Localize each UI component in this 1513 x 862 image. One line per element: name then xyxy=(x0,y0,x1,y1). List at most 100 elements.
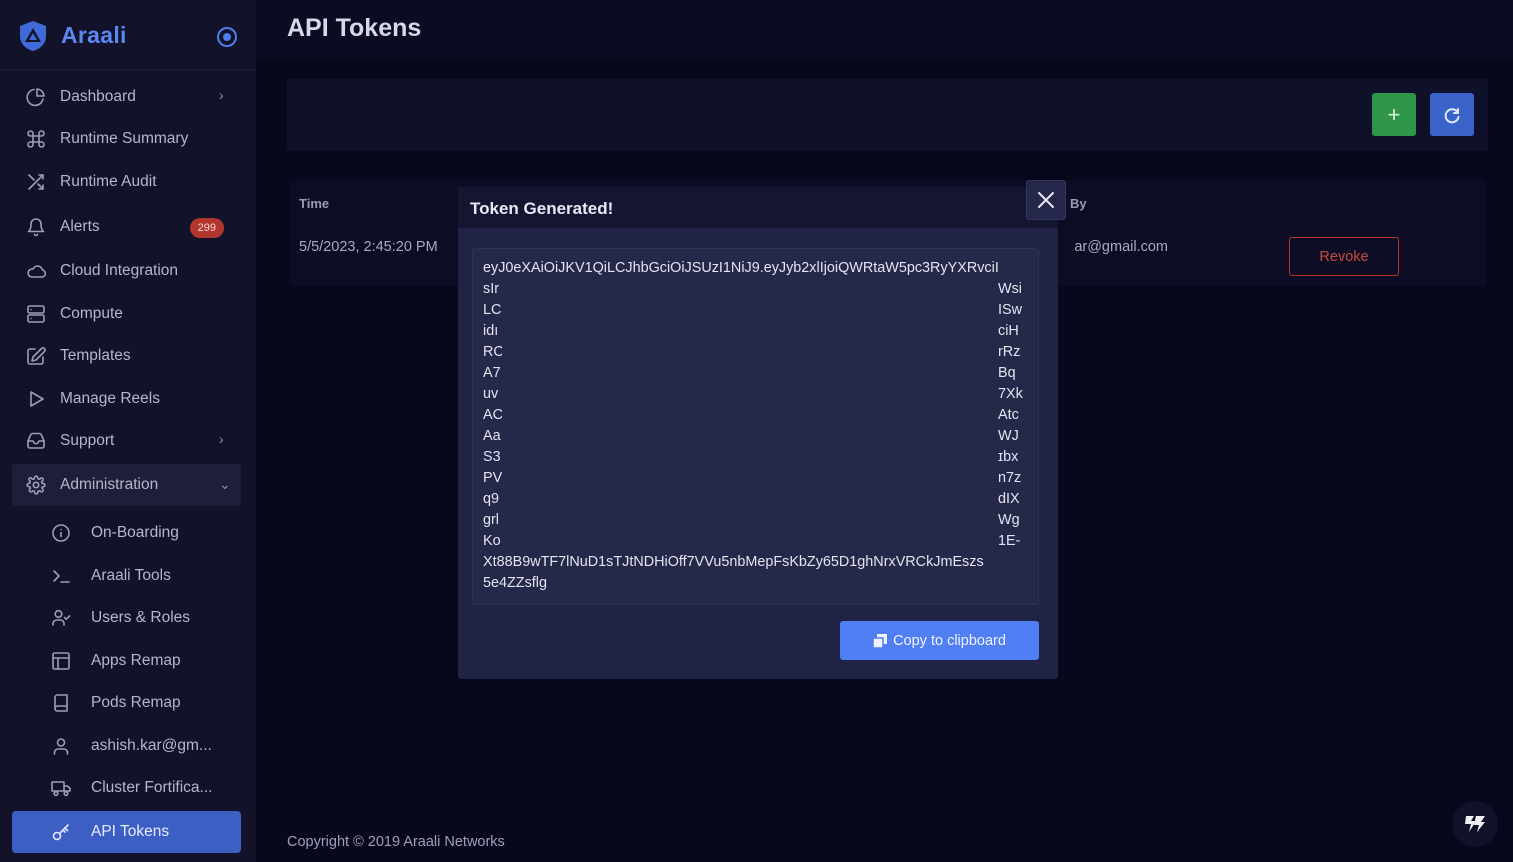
token-line: Ko xyxy=(483,533,501,549)
sidebar-item-label: Users & Roles xyxy=(91,609,191,626)
copy-to-clipboard-button[interactable]: Copy to clipboard xyxy=(840,621,1039,660)
bell-icon xyxy=(27,218,45,237)
token-line: grl xyxy=(483,512,499,528)
sidebar-item-on-boarding[interactable]: On-Boarding xyxy=(12,513,241,553)
token-line-fragment: n7z xyxy=(998,470,1022,486)
user-icon xyxy=(53,738,69,755)
add-token-button[interactable]: + xyxy=(1372,93,1416,136)
toolbar-card xyxy=(287,79,1488,151)
terminal-icon xyxy=(53,570,70,583)
sidebar-item-runtime-summary[interactable]: Runtime Summary xyxy=(12,119,241,159)
sidebar-item-compute[interactable]: Compute xyxy=(12,294,241,334)
brand-name[interactable]: Araali xyxy=(61,22,127,49)
chevron-right-icon: › xyxy=(219,87,224,103)
token-line-fragment: ɪbx xyxy=(998,449,1019,465)
sidebar-item-apps-remap[interactable]: Apps Remap xyxy=(12,641,241,681)
chevron-down-icon: ⌄ xyxy=(219,476,231,492)
refresh-icon xyxy=(1444,107,1460,123)
sidebar-item-user-account[interactable]: ashish.kar@gm... xyxy=(12,726,241,766)
token-line: eyJ0eXAiOiJKV1QiLCJhbGciOiJSUzI1NiJ9.eyJ… xyxy=(483,260,999,276)
sidebar-item-label: Cluster Fortifica... xyxy=(91,779,213,796)
sidebar-item-label: Alerts xyxy=(60,218,100,235)
sidebar-item-pods-remap[interactable]: Pods Remap xyxy=(12,683,241,723)
sidebar-item-cloud-integration[interactable]: Cloud Integration xyxy=(12,251,241,291)
brand: Araali xyxy=(0,0,256,70)
token-line-fragment: rRz xyxy=(998,344,1021,360)
token-line: RC xyxy=(483,344,504,360)
token-line-fragment: Wg xyxy=(998,512,1020,528)
token-line: Xt88B9wTF7lNuD1sTJtNDHiOff7VVu5nbMepFsKb… xyxy=(483,554,984,570)
token-line-fragment: 1E- xyxy=(998,533,1021,549)
sidebar-item-label: Cloud Integration xyxy=(60,262,179,279)
sidebar-item-label: Runtime Audit xyxy=(60,173,157,190)
sidebar-item-araali-tools[interactable]: Araali Tools xyxy=(12,556,241,596)
close-button[interactable] xyxy=(1026,180,1066,220)
token-line: 5e4ZZsflg xyxy=(483,575,547,591)
token-line: A7 xyxy=(483,365,501,381)
token-textarea[interactable]: eyJ0eXAiOiJKV1QiLCJhbGciOiJSUzI1NiJ9.eyJ… xyxy=(472,248,1039,605)
token-line: LC xyxy=(483,302,502,318)
sidebar-item-cluster-fortification[interactable]: Cluster Fortifica... xyxy=(12,768,241,808)
key-icon xyxy=(52,824,69,841)
token-line-fragment: Bq xyxy=(998,365,1016,381)
token-line-fragment: ciH xyxy=(998,323,1019,339)
sidebar-item-label: Templates xyxy=(60,347,131,364)
sidebar-item-label: Runtime Summary xyxy=(60,130,189,147)
command-icon xyxy=(27,130,45,148)
chat-widget-button[interactable] xyxy=(1452,801,1498,847)
play-icon xyxy=(30,391,44,407)
modal-header: Token Generated! xyxy=(458,187,1058,228)
token-line: idı xyxy=(483,323,499,339)
sidebar-item-runtime-audit[interactable]: Runtime Audit xyxy=(12,162,241,202)
token-line-fragment: Wsi xyxy=(998,281,1022,297)
close-icon xyxy=(1038,192,1054,208)
token-line-fragment: 7Xk xyxy=(998,386,1023,402)
refresh-button[interactable] xyxy=(1430,93,1474,136)
chevron-right-icon: › xyxy=(219,431,224,447)
token-line: q9 xyxy=(483,491,500,507)
sidebar-item-api-tokens[interactable]: API Tokens xyxy=(12,811,241,853)
token-line: AC xyxy=(483,407,503,423)
modal-title: Token Generated! xyxy=(470,199,614,218)
sidebar-item-templates[interactable]: Templates xyxy=(12,336,241,376)
sidebar-toggle-icon[interactable] xyxy=(217,27,237,47)
page-title: API Tokens xyxy=(287,14,422,42)
token-line: uv xyxy=(483,386,499,402)
top-bar xyxy=(256,0,1513,58)
sidebar-item-dashboard[interactable]: Dashboard › xyxy=(12,77,241,117)
copy-icon xyxy=(873,633,888,648)
alerts-count-badge: 299 xyxy=(189,218,224,238)
server-icon xyxy=(27,305,45,323)
revoke-button[interactable]: Revoke xyxy=(1289,237,1399,276)
token-line: S3 xyxy=(483,449,501,465)
inbox-icon xyxy=(27,432,45,449)
sidebar-item-users-roles[interactable]: Users & Roles xyxy=(12,598,241,638)
footer-copyright: Copyright © 2019 Araali Networks xyxy=(287,834,505,850)
shuffle-icon xyxy=(28,174,44,190)
sidebar-item-label: Araali Tools xyxy=(91,567,171,584)
sidebar-item-support[interactable]: Support › xyxy=(12,421,241,461)
token-line: Aa xyxy=(483,428,501,444)
sidebar-item-label: Dashboard xyxy=(60,88,136,105)
table-cell-by: ar@gmail.com xyxy=(1074,239,1168,255)
token-masked-region xyxy=(502,279,996,543)
sidebar-item-label: On-Boarding xyxy=(91,524,179,541)
sidebar-item-label: Compute xyxy=(60,305,123,322)
token-line-fragment: ISw xyxy=(998,302,1022,318)
sidebar-item-label: Manage Reels xyxy=(60,390,160,407)
cloud-icon xyxy=(27,265,46,278)
sidebar-item-manage-reels[interactable]: Manage Reels xyxy=(12,379,241,419)
info-icon xyxy=(52,524,70,542)
pie-chart-icon xyxy=(26,88,45,107)
chat-widget-icon xyxy=(1465,816,1485,832)
token-line-fragment: dIX xyxy=(998,491,1020,507)
sidebar-item-alerts[interactable]: Alerts 299 xyxy=(12,207,241,247)
copy-button-label: Copy to clipboard xyxy=(893,632,1006,649)
book-icon xyxy=(54,694,68,712)
column-header-time: Time xyxy=(299,196,330,211)
layout-icon xyxy=(52,652,70,670)
sidebar: Araali Dashboard › Runtime Summary Runti… xyxy=(0,0,256,862)
sidebar-item-administration[interactable]: Administration ⌄ xyxy=(12,464,241,506)
user-check-icon xyxy=(52,609,71,626)
sidebar-item-label: Pods Remap xyxy=(91,694,181,711)
